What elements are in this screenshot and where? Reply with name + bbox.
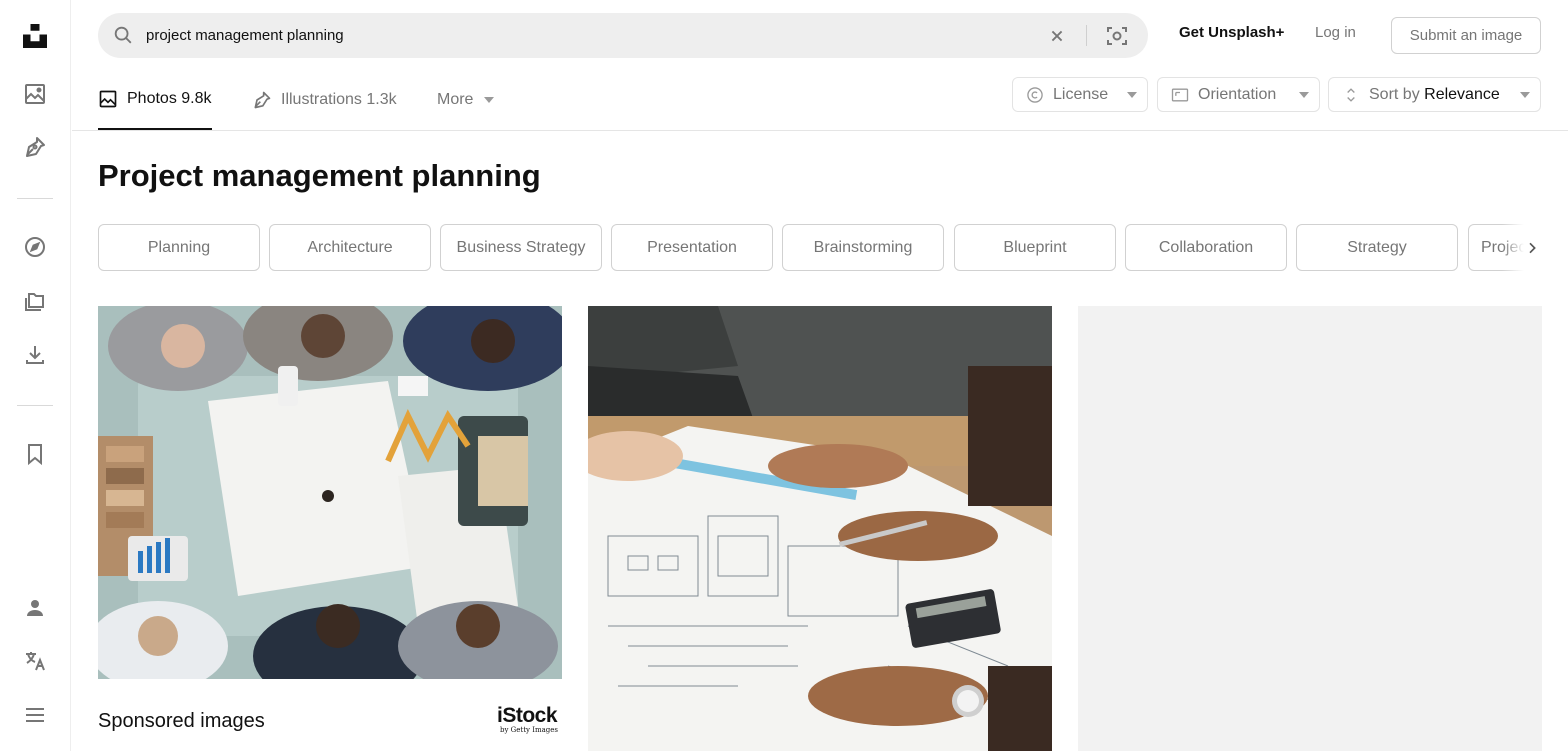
chevron-right-icon — [1529, 242, 1536, 253]
sort-value: Relevance — [1424, 85, 1500, 103]
menu-icon[interactable] — [20, 700, 50, 730]
submit-image-button[interactable]: Submit an image — [1391, 17, 1541, 54]
istock-brand: iStock — [497, 704, 558, 727]
sort-label: Sort by Relevance — [1369, 86, 1500, 104]
chip-blueprint[interactable]: Blueprint — [954, 224, 1116, 271]
sort-icon — [1347, 87, 1355, 102]
chip-collaboration[interactable]: Collaboration — [1125, 224, 1287, 271]
top-bar: Get Unsplash+ Log in Submit an image — [72, 0, 1568, 70]
pen-icon — [254, 91, 271, 109]
meeting-photo-image — [98, 306, 562, 679]
caret-down-icon — [1520, 92, 1530, 98]
get-unsplash-plus-link[interactable]: Get Unsplash+ — [1179, 24, 1284, 41]
user-icon[interactable] — [20, 593, 50, 623]
chip-brainstorming[interactable]: Brainstorming — [782, 224, 944, 271]
search-icon[interactable] — [112, 24, 134, 46]
sort-prefix: Sort by — [1369, 85, 1420, 103]
sponsored-photo[interactable] — [98, 306, 562, 679]
image-icon[interactable] — [20, 79, 50, 109]
orientation-filter[interactable]: Orientation — [1157, 77, 1320, 112]
chip-strategy[interactable]: Strategy — [1296, 224, 1458, 271]
sidebar-divider — [17, 198, 53, 199]
caret-down-icon — [484, 97, 495, 103]
login-link[interactable]: Log in — [1315, 24, 1356, 41]
image-icon — [99, 90, 117, 108]
pen-icon[interactable] — [20, 132, 50, 162]
photo-placeholder[interactable] — [1078, 306, 1542, 751]
tab-label: Illustrations 1.3k — [281, 91, 397, 108]
related-searches: Planning Architecture Business Strategy … — [98, 224, 1542, 272]
search-bar[interactable] — [98, 13, 1148, 58]
search-divider — [1086, 25, 1087, 46]
chip-presentation[interactable]: Presentation — [611, 224, 773, 271]
tab-label: More — [437, 91, 474, 108]
caret-down-icon — [1299, 92, 1309, 98]
sidebar-divider — [17, 405, 53, 406]
chips-scroll-right[interactable] — [1502, 224, 1542, 271]
tab-illustrations[interactable]: Illustrations 1.3k — [252, 70, 397, 130]
istock-brand-sub: by Getty Images — [500, 726, 558, 734]
chip-business-strategy[interactable]: Business Strategy — [440, 224, 602, 271]
translate-icon[interactable] — [20, 646, 50, 676]
search-input[interactable] — [146, 13, 1026, 58]
copyright-icon — [1027, 86, 1043, 103]
compass-icon[interactable] — [20, 232, 50, 262]
tab-photos[interactable]: Photos 9.8k — [98, 70, 212, 130]
sort-filter[interactable]: Sort by Relevance — [1328, 77, 1541, 112]
left-sidebar — [0, 0, 71, 751]
tab-more[interactable]: More — [437, 70, 495, 130]
license-filter[interactable]: License — [1012, 77, 1148, 112]
blueprint-photo-image — [588, 306, 1052, 751]
orientation-label: Orientation — [1198, 85, 1277, 103]
istock-logo[interactable]: iStock by Getty Images — [497, 705, 563, 737]
results-tabs-bar: Photos 9.8k Illustrations 1.3k More Lice… — [72, 70, 1568, 131]
visual-search-icon[interactable] — [1105, 24, 1129, 48]
clear-search-icon[interactable] — [1046, 25, 1068, 47]
orientation-icon — [1171, 88, 1189, 101]
license-label: License — [1053, 85, 1109, 103]
photo-blueprint[interactable] — [588, 306, 1052, 751]
tab-label: Photos 9.8k — [127, 90, 212, 107]
bookmark-icon[interactable] — [20, 439, 50, 469]
chip-architecture[interactable]: Architecture — [269, 224, 431, 271]
download-icon[interactable] — [20, 340, 50, 370]
sponsored-images-label: Sponsored images — [98, 710, 265, 732]
collections-icon[interactable] — [20, 286, 50, 316]
chip-planning[interactable]: Planning — [98, 224, 260, 271]
page-title: Project management planning — [98, 158, 541, 193]
caret-down-icon — [1127, 92, 1137, 98]
unsplash-logo-icon[interactable] — [20, 21, 50, 51]
